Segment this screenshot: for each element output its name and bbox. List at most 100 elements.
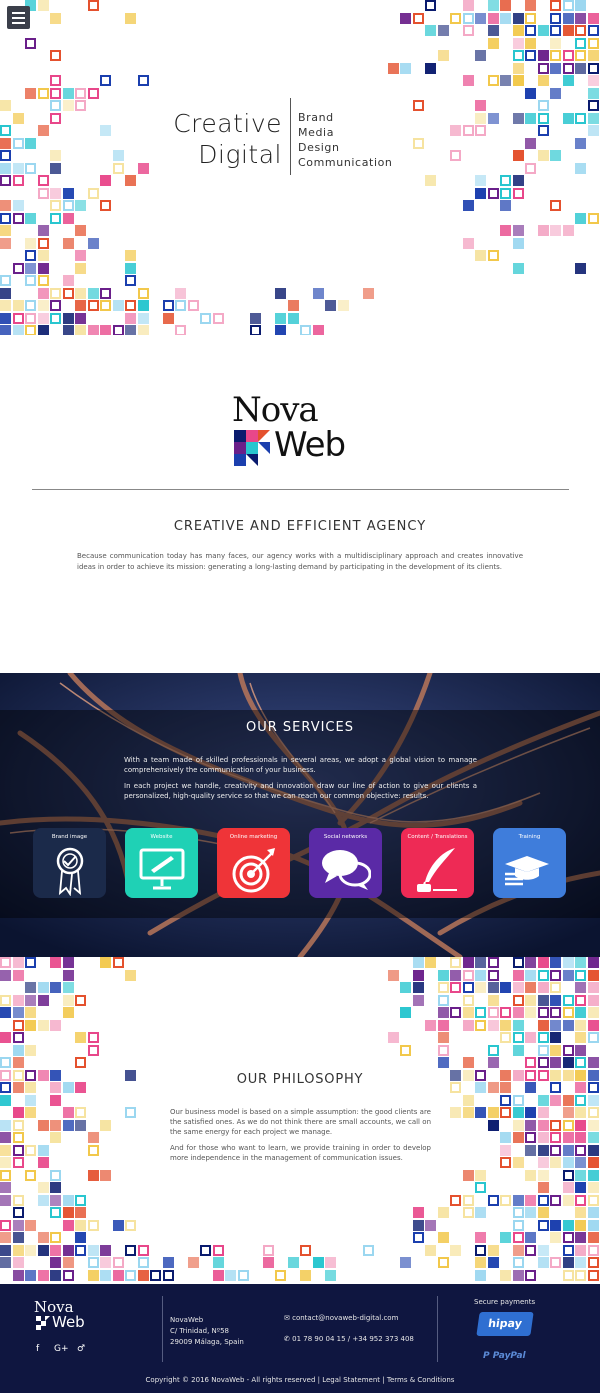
pixel-square bbox=[312, 287, 324, 299]
pixel-square bbox=[537, 112, 549, 124]
hamburger-menu-icon[interactable] bbox=[7, 6, 30, 29]
email-text: contact@novaweb-digital.com bbox=[292, 1314, 399, 1322]
pixel-square bbox=[437, 1044, 449, 1056]
pixel-square bbox=[125, 12, 136, 24]
pixel-square bbox=[425, 175, 436, 186]
pixel-square bbox=[575, 969, 586, 981]
pixel-square bbox=[575, 162, 586, 174]
pixel-square bbox=[512, 175, 524, 186]
pixel-square bbox=[50, 1269, 61, 1281]
pixel-square bbox=[512, 1244, 524, 1256]
footer-phone[interactable]: ✆ 01 78 90 04 15 / +34 952 373 408 bbox=[284, 1335, 414, 1343]
pixel-square bbox=[25, 1007, 36, 1018]
hero-section: Creative Digital Brand Media Design Comm… bbox=[0, 0, 600, 335]
pixel-square bbox=[512, 262, 524, 274]
pixel-square bbox=[37, 250, 49, 261]
pixel-square bbox=[512, 1119, 524, 1131]
pixel-square bbox=[87, 1144, 99, 1156]
pixel-square bbox=[487, 1244, 499, 1256]
footer-email[interactable]: ✉ contact@novaweb-digital.com bbox=[284, 1314, 398, 1322]
pixel-square bbox=[550, 1057, 561, 1068]
pixel-square bbox=[587, 1007, 599, 1018]
pixel-square bbox=[437, 1232, 449, 1243]
service-tile-content-translations[interactable]: Content / Translations bbox=[401, 828, 474, 898]
service-tile-online-marketing[interactable]: Online marketing bbox=[217, 828, 290, 898]
pixel-square bbox=[475, 1107, 486, 1118]
pixel-square bbox=[575, 212, 586, 224]
pixel-square bbox=[12, 1244, 24, 1256]
pixel-square bbox=[462, 12, 474, 24]
pixel-square bbox=[25, 982, 36, 993]
pixel-square bbox=[12, 112, 24, 124]
service-tile-website[interactable]: Website bbox=[125, 828, 198, 898]
pixel-square bbox=[587, 50, 599, 61]
footer: Nova Web f G+ ♂ NovaWeb C/ Trinidad, Nº5… bbox=[0, 1284, 600, 1393]
pixel-square bbox=[512, 187, 524, 199]
pixel-square bbox=[562, 1157, 574, 1168]
pixel-square bbox=[525, 1057, 536, 1068]
pixel-square bbox=[550, 1194, 561, 1206]
pixel-square bbox=[412, 137, 424, 149]
hero-keyword: Communication bbox=[298, 156, 393, 169]
pixel-square bbox=[0, 275, 11, 286]
pixel-square bbox=[512, 1219, 524, 1231]
pixel-square bbox=[37, 1182, 49, 1193]
pixel-square bbox=[87, 1244, 99, 1256]
philosophy-text: Our business model is based on a simple … bbox=[170, 1107, 431, 1169]
pixel-square bbox=[50, 187, 61, 199]
pixel-square bbox=[487, 1119, 499, 1131]
pixel-square bbox=[75, 1219, 86, 1231]
service-tile-social-networks[interactable]: Social networks bbox=[309, 828, 382, 898]
services-paragraph: In each project we handle, creativity an… bbox=[124, 782, 477, 800]
pixel-square bbox=[562, 1194, 574, 1206]
pixel-square bbox=[525, 12, 536, 24]
pixel-square bbox=[12, 200, 24, 211]
pixel-square bbox=[37, 87, 49, 99]
pixel-square bbox=[50, 1182, 61, 1193]
pixel-square bbox=[125, 312, 136, 324]
pixel-square bbox=[500, 175, 511, 186]
service-tile-brand-image[interactable]: Brand image bbox=[33, 828, 106, 898]
copyright-separator: | bbox=[382, 1376, 385, 1384]
pixel-square bbox=[437, 1257, 449, 1268]
pixel-square bbox=[525, 1007, 536, 1018]
pixel-square bbox=[587, 75, 599, 86]
footer-logo[interactable]: Nova Web bbox=[34, 1299, 94, 1333]
service-tile-training[interactable]: Training bbox=[493, 828, 566, 898]
legal-statement-link[interactable]: Legal Statement bbox=[322, 1376, 380, 1384]
pixel-square bbox=[587, 1182, 599, 1193]
pixel-square bbox=[525, 1169, 536, 1181]
pixel-square bbox=[0, 125, 11, 136]
pixel-square bbox=[550, 1019, 561, 1031]
facebook-icon[interactable]: f bbox=[36, 1344, 39, 1354]
pixel-square bbox=[400, 62, 411, 74]
pixel-square bbox=[550, 12, 561, 24]
pixel-square bbox=[475, 1232, 486, 1243]
terms-conditions-link[interactable]: Terms & Conditions bbox=[387, 1376, 455, 1384]
pixel-square bbox=[575, 37, 586, 49]
pixel-square bbox=[0, 300, 11, 311]
pixel-square bbox=[162, 312, 174, 324]
pixel-square bbox=[50, 1232, 61, 1243]
pixel-square bbox=[62, 1119, 74, 1131]
pixel-square bbox=[50, 50, 61, 61]
pixel-square bbox=[512, 1269, 524, 1281]
pixel-square bbox=[100, 957, 111, 968]
pixel-square bbox=[0, 1169, 11, 1181]
google-plus-icon[interactable]: G+ bbox=[54, 1344, 69, 1354]
pixel-square bbox=[125, 325, 136, 335]
pixel-square bbox=[587, 1232, 599, 1243]
pixel-square bbox=[512, 1094, 524, 1106]
pixel-square bbox=[512, 1207, 524, 1218]
pixel-square bbox=[562, 75, 574, 86]
pixel-square bbox=[562, 1119, 574, 1131]
pixel-square bbox=[50, 112, 61, 124]
pixel-square bbox=[12, 969, 24, 981]
pixel-square bbox=[300, 1269, 311, 1281]
pixel-square bbox=[550, 25, 561, 36]
pixel-square bbox=[25, 1169, 36, 1181]
logo-word-web: Web bbox=[274, 425, 346, 465]
pixel-square bbox=[450, 1107, 461, 1118]
pixel-square bbox=[562, 112, 574, 124]
male-icon[interactable]: ♂ bbox=[77, 1344, 85, 1354]
